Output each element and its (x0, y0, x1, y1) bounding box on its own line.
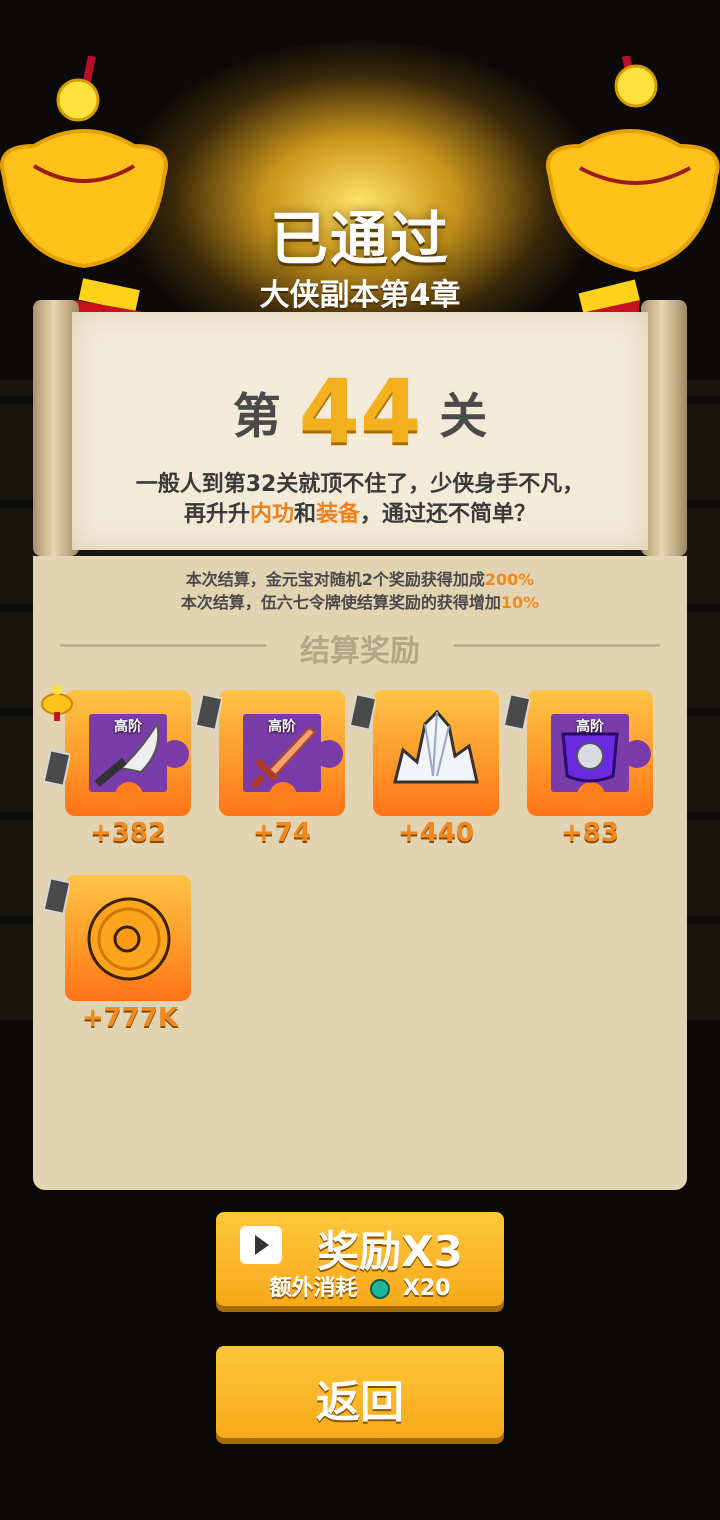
gold-ingot-badge-icon (41, 685, 73, 721)
back-button[interactable]: 返回 (216, 1346, 504, 1438)
level-label: 第 44 关 (0, 360, 720, 463)
description-line-1: 一般人到第32关就顶不住了，少侠身手不凡， (135, 472, 585, 497)
highlight-equipment: 装备 (316, 502, 361, 527)
reward-item[interactable] (373, 690, 499, 816)
gold-coin-icon (87, 897, 171, 981)
reward-item[interactable]: 高阶 (219, 690, 345, 816)
extra-cost-label: 额外消耗 X20 (269, 1276, 451, 1301)
reward-amount: +382 (89, 818, 167, 848)
reward-amount: +83 (561, 818, 619, 848)
token-badge-icon (504, 693, 530, 731)
level-number: 44 (298, 360, 422, 463)
crystal-icon (393, 709, 479, 784)
level-prefix: 第 (232, 388, 281, 445)
reward-amount: +440 (397, 818, 475, 848)
reward-x3-button[interactable]: 奖励X3 额外消耗 X20 (216, 1212, 504, 1306)
bonus-note-2: 本次结算，伍六七令牌使结算奖励的获得增加10% (180, 593, 540, 612)
reward-item[interactable]: 高阶 (527, 690, 653, 816)
tier-tag: 高阶 (576, 719, 604, 735)
reward-amount: +74 (253, 818, 311, 848)
rewards-section-title: 结算奖励 (300, 634, 420, 669)
reward-item[interactable] (65, 875, 191, 1001)
tier-tag: 高阶 (114, 719, 142, 735)
token-badge-icon (196, 693, 222, 731)
reward-item[interactable]: 高阶 (65, 690, 191, 816)
description-line-2: 再升升内功和装备，通过还不简单？ (183, 502, 537, 527)
bonus-note-1: 本次结算，金元宝对随机2个奖励获得加成200% (185, 570, 535, 589)
token-badge-icon (44, 749, 70, 787)
token-badge-icon (44, 877, 70, 915)
jade-gem-icon (370, 1279, 391, 1299)
level-suffix: 关 (439, 388, 488, 445)
reward-amount: +777K (81, 1003, 179, 1033)
cost-amount: X20 (402, 1276, 451, 1301)
highlight-neigong: 内功 (249, 502, 294, 527)
passed-title: 已通过 (269, 205, 450, 273)
chapter-subtitle: 大侠副本第4章 (259, 278, 461, 313)
back-label: 返回 (316, 1377, 404, 1428)
tier-tag: 高阶 (268, 719, 296, 735)
token-badge-icon (350, 693, 376, 731)
